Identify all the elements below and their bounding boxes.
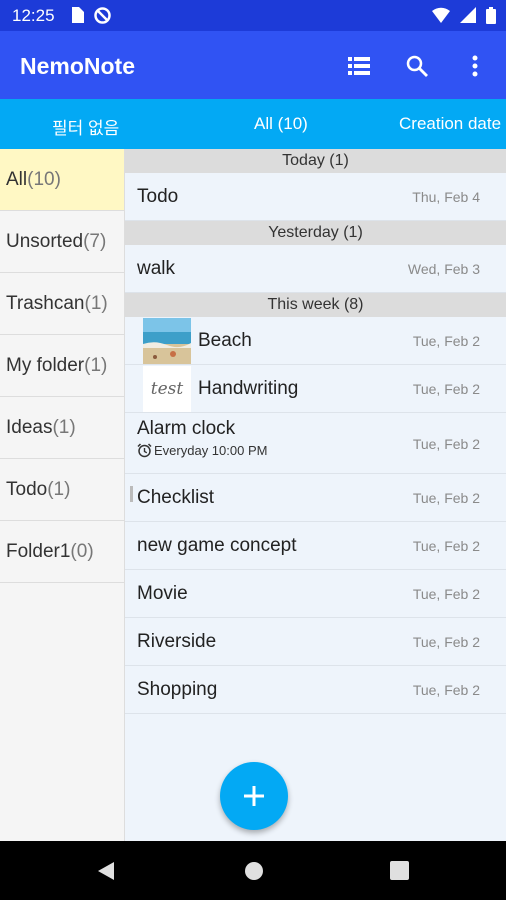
note-date: Tue, Feb 2 — [412, 381, 480, 397]
note-date: Tue, Feb 2 — [412, 634, 480, 650]
beach-thumbnail — [143, 318, 191, 364]
note-row[interactable]: Movie Tue, Feb 2 — [125, 570, 506, 618]
note-date: Tue, Feb 2 — [412, 333, 480, 349]
folder-name: My folder — [6, 354, 85, 376]
folder-count: (7) — [83, 230, 107, 252]
folder-count: (10) — [27, 168, 61, 190]
folder-name: Ideas — [6, 416, 53, 438]
group-header-this-week: This week (8) — [125, 293, 506, 317]
folder-count: (1) — [84, 354, 108, 376]
list-scroll-handle[interactable] — [130, 486, 133, 502]
more-options-button[interactable] — [460, 51, 490, 81]
signal-icon — [460, 7, 476, 23]
folder-item-all[interactable]: All (10) — [0, 149, 124, 211]
note-date: Wed, Feb 3 — [407, 261, 480, 277]
folder-item-ideas[interactable]: Ideas (1) — [0, 397, 124, 459]
note-date: Tue, Feb 2 — [412, 586, 480, 602]
alarm-icon — [137, 443, 152, 458]
plus-icon — [244, 786, 264, 806]
note-row[interactable]: Checklist Tue, Feb 2 — [125, 474, 506, 522]
folder-item-my-folder[interactable]: My folder (1) — [0, 335, 124, 397]
note-title: Movie — [137, 583, 188, 604]
note-row[interactable]: new game concept Tue, Feb 2 — [125, 522, 506, 570]
note-title: Handwriting — [198, 378, 299, 399]
filter-bar: 필터 없음 All (10) Creation date — [0, 99, 506, 149]
note-row[interactable]: test Handwriting Tue, Feb 2 — [125, 365, 506, 413]
note-date: Thu, Feb 4 — [412, 189, 480, 205]
sync-off-icon — [94, 7, 111, 24]
note-row[interactable]: Riverside Tue, Feb 2 — [125, 618, 506, 666]
search-button[interactable] — [402, 51, 432, 81]
wifi-icon — [432, 7, 450, 23]
note-date: Tue, Feb 2 — [412, 538, 480, 554]
folder-name: Trashcan — [6, 292, 85, 314]
note-date: Tue, Feb 2 — [412, 490, 480, 506]
folder-name: Todo — [6, 478, 48, 500]
note-title: Riverside — [137, 631, 217, 652]
app-bar: NemoNote — [0, 31, 506, 99]
search-icon — [406, 55, 428, 77]
group-header-today: Today (1) — [125, 149, 506, 173]
folder-count: (1) — [47, 478, 71, 500]
note-title: Shopping — [137, 679, 218, 700]
note-row[interactable]: Todo Thu, Feb 4 — [125, 173, 506, 221]
folder-name: Folder1 — [6, 540, 71, 562]
filter-selector[interactable]: 필터 없음 — [52, 114, 119, 139]
note-date: Tue, Feb 2 — [412, 436, 480, 452]
status-bar: 12:25 — [0, 0, 506, 31]
reminder: Everyday 10:00 PM — [137, 443, 267, 458]
add-note-button[interactable] — [220, 762, 288, 830]
folder-count: (0) — [70, 540, 94, 562]
back-icon[interactable] — [96, 861, 116, 881]
note-row[interactable]: Beach Tue, Feb 2 — [125, 317, 506, 365]
note-title: new game concept — [137, 535, 297, 556]
note-list: Today (1) Todo Thu, Feb 4 Yesterday (1) … — [125, 149, 506, 841]
folder-count: (1) — [52, 416, 76, 438]
note-title: Checklist — [137, 487, 215, 508]
recents-icon[interactable] — [390, 861, 409, 880]
handwriting-thumbnail: test — [143, 366, 191, 412]
app-title: NemoNote — [20, 53, 136, 79]
note-title: Alarm clock — [137, 418, 236, 439]
system-nav-bar — [0, 841, 506, 900]
folder-name: Unsorted — [6, 230, 84, 252]
note-row[interactable]: Alarm clock Everyday 10:00 PM Tue, Feb 2 — [125, 413, 506, 474]
folder-item-unsorted[interactable]: Unsorted (7) — [0, 211, 124, 273]
status-time: 12:25 — [12, 6, 55, 25]
folder-item-trashcan[interactable]: Trashcan (1) — [0, 273, 124, 335]
folder-item-folder1[interactable]: Folder1 (0) — [0, 521, 124, 583]
note-row[interactable]: walk Wed, Feb 3 — [125, 245, 506, 293]
note-row[interactable]: Shopping Tue, Feb 2 — [125, 666, 506, 714]
list-view-icon — [348, 57, 370, 75]
scope-selector[interactable]: All (10) — [254, 114, 308, 134]
home-icon[interactable] — [244, 861, 264, 881]
note-title: Beach — [198, 330, 252, 351]
battery-icon — [486, 7, 496, 24]
sort-selector[interactable]: Creation date — [399, 114, 501, 134]
folder-name: All — [6, 168, 28, 190]
list-view-button[interactable] — [344, 51, 374, 81]
sim-card-icon — [72, 7, 84, 23]
group-header-yesterday: Yesterday (1) — [125, 221, 506, 245]
note-title: walk — [137, 258, 176, 279]
folder-sidebar: All (10) Unsorted (7) Trashcan (1) My folde… — [0, 149, 125, 841]
folder-count: (1) — [84, 292, 108, 314]
folder-item-todo[interactable]: Todo (1) — [0, 459, 124, 521]
more-vert-icon — [472, 55, 478, 77]
note-date: Tue, Feb 2 — [412, 682, 480, 698]
reminder-text: Everyday 10:00 PM — [154, 443, 268, 458]
note-title: Todo — [137, 186, 179, 207]
